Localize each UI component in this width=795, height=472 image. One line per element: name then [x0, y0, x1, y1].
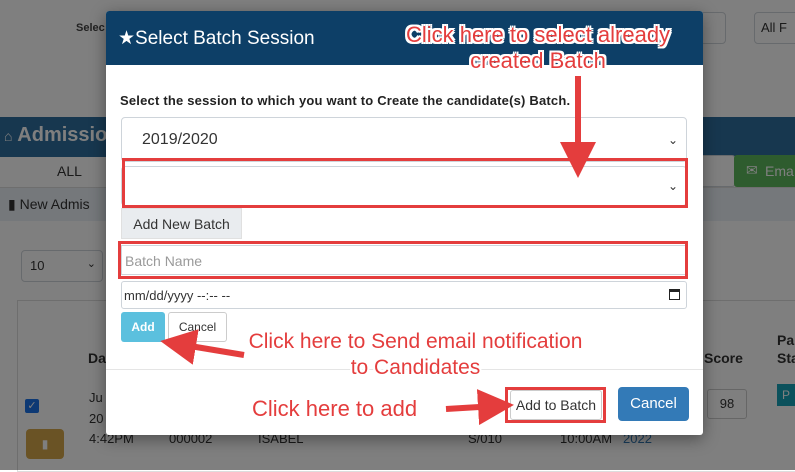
callout-email-line1: Click here to Send email notification — [248, 330, 583, 353]
callout-add: Click here to add — [252, 396, 417, 422]
callout-add-text: Click here to add — [252, 396, 418, 421]
arrow-to-add-button — [160, 329, 245, 365]
callout-select-batch-line2: created Batch — [470, 48, 606, 73]
arrow-to-add-to-batch — [445, 389, 514, 426]
callout-select-batch: Click here to select already created Bat… — [388, 22, 688, 74]
callout-email-line2: to Candidates — [350, 356, 481, 379]
callout-email: Click here to Send email notification to… — [243, 329, 588, 381]
callout-select-batch-line1: Click here to select already — [405, 22, 671, 47]
